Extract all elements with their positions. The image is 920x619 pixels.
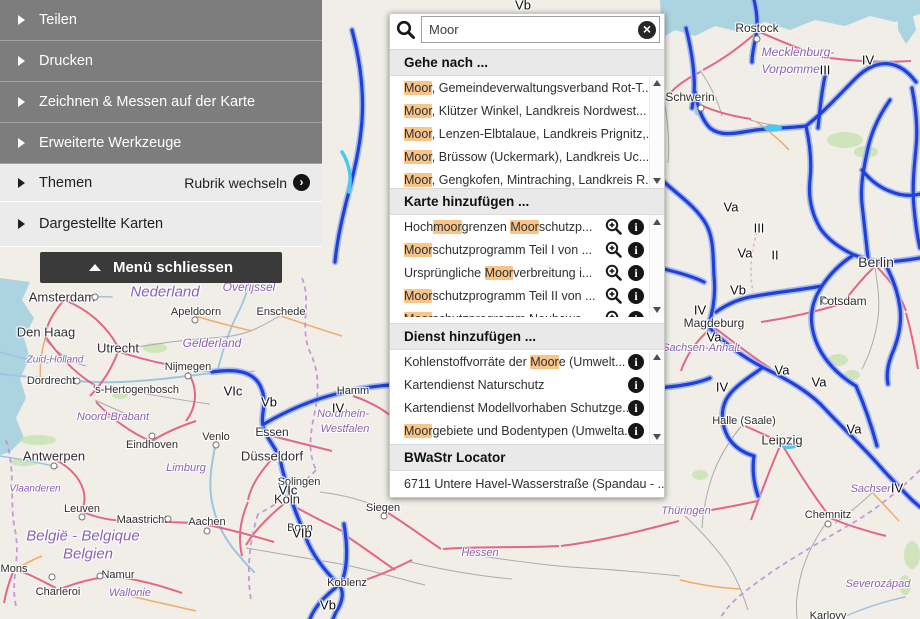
result-label: Ursprüngliche Moorverbreitung i... <box>404 266 592 280</box>
search-bar: × <box>390 14 664 45</box>
triangle-right-icon <box>18 97 25 107</box>
menu-item-label: Teilen <box>39 12 77 28</box>
triangle-right-icon <box>18 178 25 188</box>
info-icon[interactable]: i <box>628 242 644 258</box>
result-label: Moor, Brüssow (Uckermark), Landkreis Uc.… <box>404 150 649 164</box>
menu-item-label: Drucken <box>39 53 93 69</box>
arrow-down-icon[interactable] <box>653 178 661 184</box>
result-label: Moorschutzprogramm Teil I von ... <box>404 243 592 257</box>
zoom-in-icon[interactable] <box>605 218 622 235</box>
search-input-box: × <box>421 16 660 43</box>
menu-item-label: Dargestellte Karten <box>39 216 163 232</box>
search-panel: × Gehe nach ... Moor, Gemeindeverwaltungs… <box>389 13 665 498</box>
menu-item-drucken[interactable]: Drucken <box>0 41 322 82</box>
result-row[interactable]: Moor, Brüssow (Uckermark), Landkreis Uc.… <box>390 145 664 168</box>
section-list-karte-hinzuf-gen: Hochmoorgrenzen Moorschutzp...iMoorschut… <box>390 215 664 317</box>
rubrik-wechseln-link[interactable]: Rubrik wechseln › <box>184 174 310 191</box>
magnifier-icon <box>395 19 417 41</box>
action-label: Rubrik wechseln <box>184 175 287 191</box>
result-label: Moorschutzprogramm Neubewe... <box>404 312 592 318</box>
menu-item-label: Themen <box>39 175 92 191</box>
zoom-in-icon[interactable] <box>605 287 622 304</box>
result-label: Kartendienst Naturschutz <box>404 378 544 392</box>
info-icon[interactable]: i <box>628 311 644 318</box>
section-list-dienst-hinzuf-gen: Kohlenstoffvorräte der Moore (Umwelt...i… <box>390 350 664 444</box>
result-row[interactable]: Moorgebiete und Bodentypen (Umwelta...i <box>390 419 664 442</box>
search-input[interactable] <box>422 22 638 37</box>
triangle-right-icon <box>18 219 25 229</box>
arrow-down-icon[interactable] <box>653 434 661 440</box>
menu-items: Teilen Drucken Zeichnen & Messen auf der K… <box>0 0 322 247</box>
result-row[interactable]: Kartendienst Naturschutz i <box>390 373 664 396</box>
menu-item-zeichnen-messen-auf-der-karte[interactable]: Zeichnen & Messen auf der Karte <box>0 82 322 123</box>
result-row[interactable]: Moor, Gemeindeverwaltungsverband Rot-T..… <box>390 76 664 99</box>
scrollbar[interactable] <box>649 76 664 188</box>
menu-item-label: Erweiterte Werkzeuge <box>39 135 181 151</box>
result-label: Moorgebiete und Bodentypen (Umwelta... <box>404 424 628 438</box>
result-row[interactable]: Moor, Klützer Winkel, Landkreis Nordwest… <box>390 99 664 122</box>
result-row[interactable]: Kohlenstoffvorräte der Moore (Umwelt...i <box>390 350 664 373</box>
info-icon[interactable]: i <box>628 354 644 370</box>
info-icon[interactable]: i <box>628 219 644 235</box>
triangle-right-icon <box>18 15 25 25</box>
result-label: Moor, Gemeindeverwaltungsverband Rot-T..… <box>404 81 652 95</box>
menu-item-dargestellte-karten[interactable]: Dargestellte Karten <box>0 202 322 247</box>
menu-item-label: Zeichnen & Messen auf der Karte <box>39 94 255 110</box>
result-row[interactable]: Moor, Lenzen-Elbtalaue, Landkreis Prigni… <box>390 122 664 145</box>
info-icon[interactable]: i <box>628 423 644 439</box>
arrow-up-icon[interactable] <box>653 80 661 86</box>
result-label: Hochmoorgrenzen Moorschutzp... <box>404 220 592 234</box>
close-menu-button[interactable]: Menü schliessen <box>40 252 282 283</box>
close-menu-label: Menü schliessen <box>113 259 233 276</box>
zoom-in-icon[interactable] <box>605 264 622 281</box>
result-row[interactable]: Moorschutzprogramm Teil I von ... i <box>390 238 664 261</box>
map-application: AmsterdamDen HaagUtrechtApeldoornEnsched… <box>0 0 920 619</box>
result-label: Kohlenstoffvorräte der Moore (Umwelt... <box>404 355 625 369</box>
menu-item-erweiterte-werkzeuge[interactable]: Erweiterte Werkzeuge <box>0 123 322 164</box>
scrollbar[interactable] <box>649 215 664 317</box>
info-icon[interactable]: i <box>628 288 644 304</box>
result-label: 6711 Untere Havel-Wasserstraße (Spandau … <box>404 477 664 491</box>
menu-item-teilen[interactable]: Teilen <box>0 0 322 41</box>
section-list-bwastr-locator: 6711 Untere Havel-Wasserstraße (Spandau … <box>390 471 664 497</box>
section-header-gehe-nach: Gehe nach ... <box>390 49 664 76</box>
result-row[interactable]: 6711 Untere Havel-Wasserstraße (Spandau … <box>390 471 664 497</box>
arrow-down-icon[interactable] <box>653 307 661 313</box>
result-label: Kartendienst Modellvorhaben Schutzge... <box>404 401 628 415</box>
info-icon[interactable]: i <box>628 377 644 393</box>
menu-panel: Teilen Drucken Zeichnen & Messen auf der K… <box>0 0 322 247</box>
section-header-karte-hinzuf-gen: Karte hinzufügen ... <box>390 188 664 215</box>
section-header-dienst-hinzuf-gen: Dienst hinzufügen ... <box>390 323 664 350</box>
search-results: Gehe nach ... Moor, Gemeindeverwaltungsve… <box>390 49 664 497</box>
arrow-up-icon[interactable] <box>653 219 661 225</box>
result-row[interactable]: Hochmoorgrenzen Moorschutzp... i <box>390 215 664 238</box>
result-row[interactable]: Kartendienst Modellvorhaben Schutzge...i <box>390 396 664 419</box>
result-label: Moorschutzprogramm Teil II von ... <box>404 289 596 303</box>
arrow-up-icon[interactable] <box>653 354 661 360</box>
zoom-in-icon[interactable] <box>605 310 622 317</box>
section-list-gehe-nach: Moor, Gemeindeverwaltungsverband Rot-T..… <box>390 76 664 188</box>
section-header-bwastr-locator: BWaStr Locator <box>390 444 664 471</box>
result-label: Moor, Klützer Winkel, Landkreis Nordwest… <box>404 104 646 118</box>
triangle-right-icon <box>18 138 25 148</box>
result-row[interactable]: Moor, Gengkofen, Mintraching, Landkreis … <box>390 168 664 188</box>
triangle-up-icon <box>89 264 101 271</box>
result-row[interactable]: Moorschutzprogramm Neubewe... i <box>390 307 664 317</box>
result-row[interactable]: Moorschutzprogramm Teil II von ... i <box>390 284 664 307</box>
triangle-right-icon <box>18 56 25 66</box>
menu-item-themen[interactable]: Themen Rubrik wechseln › <box>0 164 322 202</box>
result-row[interactable]: Ursprüngliche Moorverbreitung i... i <box>390 261 664 284</box>
scrollbar[interactable] <box>649 350 664 444</box>
zoom-in-icon[interactable] <box>605 241 622 258</box>
result-label: Moor, Lenzen-Elbtalaue, Landkreis Prigni… <box>404 127 656 141</box>
result-label: Moor, Gengkofen, Mintraching, Landkreis … <box>404 173 656 187</box>
clear-search-button[interactable]: × <box>638 21 656 39</box>
chevron-right-circle-icon: › <box>293 174 310 191</box>
info-icon[interactable]: i <box>628 400 644 416</box>
info-icon[interactable]: i <box>628 265 644 281</box>
